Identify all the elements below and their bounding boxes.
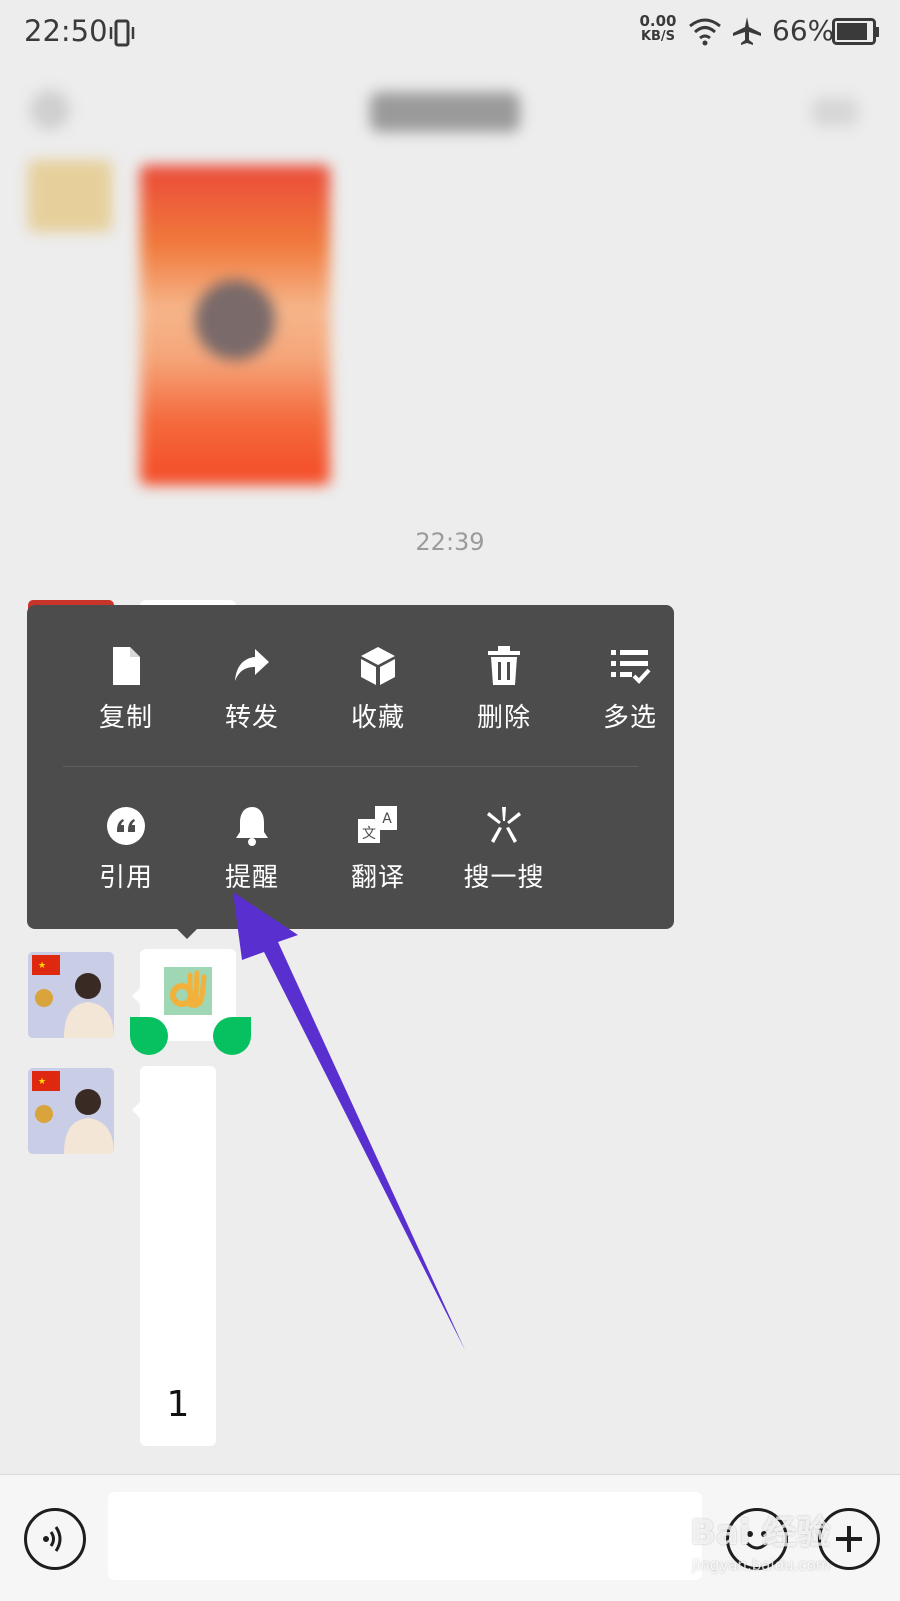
watermark-url: jingyan.baidu.com [692,1556,831,1574]
message-input-field[interactable] [108,1492,702,1580]
plus-icon [836,1526,862,1552]
voice-icon [43,1526,62,1552]
baidu-jingyan-watermark: Bai 经验 [690,1513,831,1553]
annotation-arrow [233,892,465,1350]
voice-input-button[interactable] [24,1508,86,1570]
